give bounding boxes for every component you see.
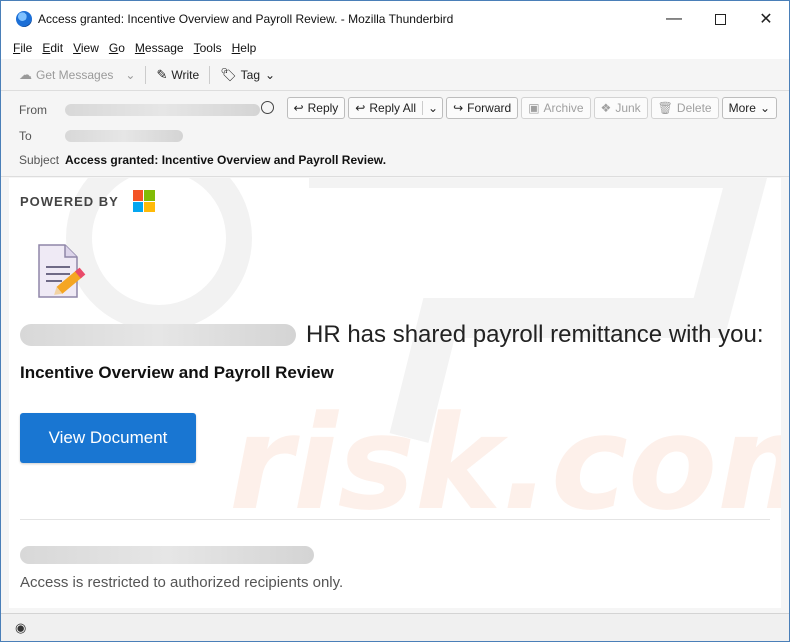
from-label: From [19, 103, 47, 117]
subject-row: Subject Access granted: Incentive Overvi… [19, 153, 386, 167]
menu-go[interactable]: Go [109, 41, 125, 55]
to-row: To [19, 129, 183, 143]
reply-all-icon: ↩ [355, 101, 366, 115]
view-document-button[interactable]: View Document [20, 413, 196, 463]
chevron-down-icon: ⌄ [265, 67, 276, 82]
from-address-redacted[interactable] [65, 104, 260, 116]
toolbar-separator [145, 65, 147, 84]
thunderbird-icon [16, 11, 32, 27]
main-toolbar: ☁ Get Messages ⌄ ✎ Write 🏷 Tag ⌄ [1, 59, 789, 91]
pencil-icon: ✎ [156, 66, 168, 82]
svg-text:risk.com: risk.com [229, 387, 781, 539]
forward-icon: ↪ [453, 101, 464, 115]
forward-button[interactable]: ↪ Forward [446, 97, 519, 119]
shared-message: HR has shared payroll remittance with yo… [306, 321, 764, 348]
menu-help[interactable]: Help [232, 41, 257, 55]
chevron-down-icon: ⌄ [125, 67, 136, 82]
menu-file[interactable]: File [13, 41, 32, 55]
close-icon[interactable]: ✕ [743, 1, 789, 37]
message-body: risk.com POWERED BY HR [9, 178, 781, 608]
watermark-graphic: risk.com [66, 178, 781, 539]
toolbar-separator [209, 65, 211, 84]
thunderbird-window: Access granted: Incentive Overview and P… [0, 0, 790, 642]
subject-value: Access granted: Incentive Overview and P… [65, 153, 387, 167]
window-controls: — ✕ [651, 1, 789, 37]
subject-label: Subject [19, 153, 60, 167]
menu-tools[interactable]: Tools [194, 41, 222, 55]
connection-status-icon[interactable]: ◉ [15, 620, 26, 636]
menu-view[interactable]: View [73, 41, 99, 55]
trash-icon: 🗑 [657, 101, 673, 115]
tag-icon: 🏷 [220, 66, 237, 82]
more-button[interactable]: More ⌄ [721, 97, 777, 119]
document-title: Incentive Overview and Payroll Review [20, 363, 334, 382]
tag-button[interactable]: 🏷 Tag ⌄ [220, 67, 275, 83]
shared-line: HR has shared payroll remittance with yo… [20, 321, 764, 349]
get-messages-button[interactable]: ☁ Get Messages [19, 67, 113, 83]
menu-edit[interactable]: Edit [42, 41, 63, 55]
footer-note: Access is restricted to authorized recip… [20, 574, 344, 591]
reply-all-button[interactable]: ↩ Reply All ⌄ [348, 97, 444, 119]
cloud-download-icon: ☁ [19, 66, 32, 82]
get-messages-dropdown[interactable]: ⌄ [125, 68, 135, 82]
powered-by-label: POWERED BY [20, 193, 119, 209]
chevron-down-icon[interactable]: ⌄ [422, 101, 438, 115]
microsoft-logo-icon [132, 190, 155, 212]
flame-icon: ❖ [600, 101, 612, 115]
contact-icon[interactable] [261, 101, 274, 114]
powered-by: POWERED BY [20, 190, 155, 212]
from-row: From [19, 103, 260, 117]
menu-bar: File Edit View Go Message Tools Help [1, 37, 789, 59]
junk-button[interactable]: ❖ Junk [593, 97, 648, 119]
document-edit-icon [38, 244, 86, 298]
title-bar: Access granted: Incentive Overview and P… [1, 1, 789, 37]
chevron-down-icon: ⌄ [759, 101, 770, 115]
footer-email-redacted [20, 546, 314, 567]
archive-button[interactable]: ▣ Archive [521, 97, 591, 119]
footer-divider [20, 519, 770, 520]
menu-message[interactable]: Message [135, 41, 184, 55]
write-button[interactable]: ✎ Write [156, 67, 199, 83]
maximize-icon[interactable] [697, 1, 743, 37]
status-bar: ◉ [1, 613, 789, 641]
archive-icon: ▣ [528, 101, 540, 115]
message-header: From To Subject Access granted: Incentiv… [1, 91, 789, 177]
delete-button[interactable]: 🗑 Delete [650, 97, 719, 119]
to-address-redacted[interactable] [65, 130, 183, 142]
reply-icon: ↩ [293, 101, 304, 115]
sender-name-redacted [20, 324, 296, 346]
minimize-icon[interactable]: — [651, 1, 697, 37]
reply-button[interactable]: ↩ Reply [286, 97, 346, 119]
header-actions: ↩ Reply ↩ Reply All ⌄ ↪ Forward ▣ Archiv… [284, 97, 777, 119]
to-label: To [19, 129, 32, 143]
window-title: Access granted: Incentive Overview and P… [38, 12, 454, 26]
